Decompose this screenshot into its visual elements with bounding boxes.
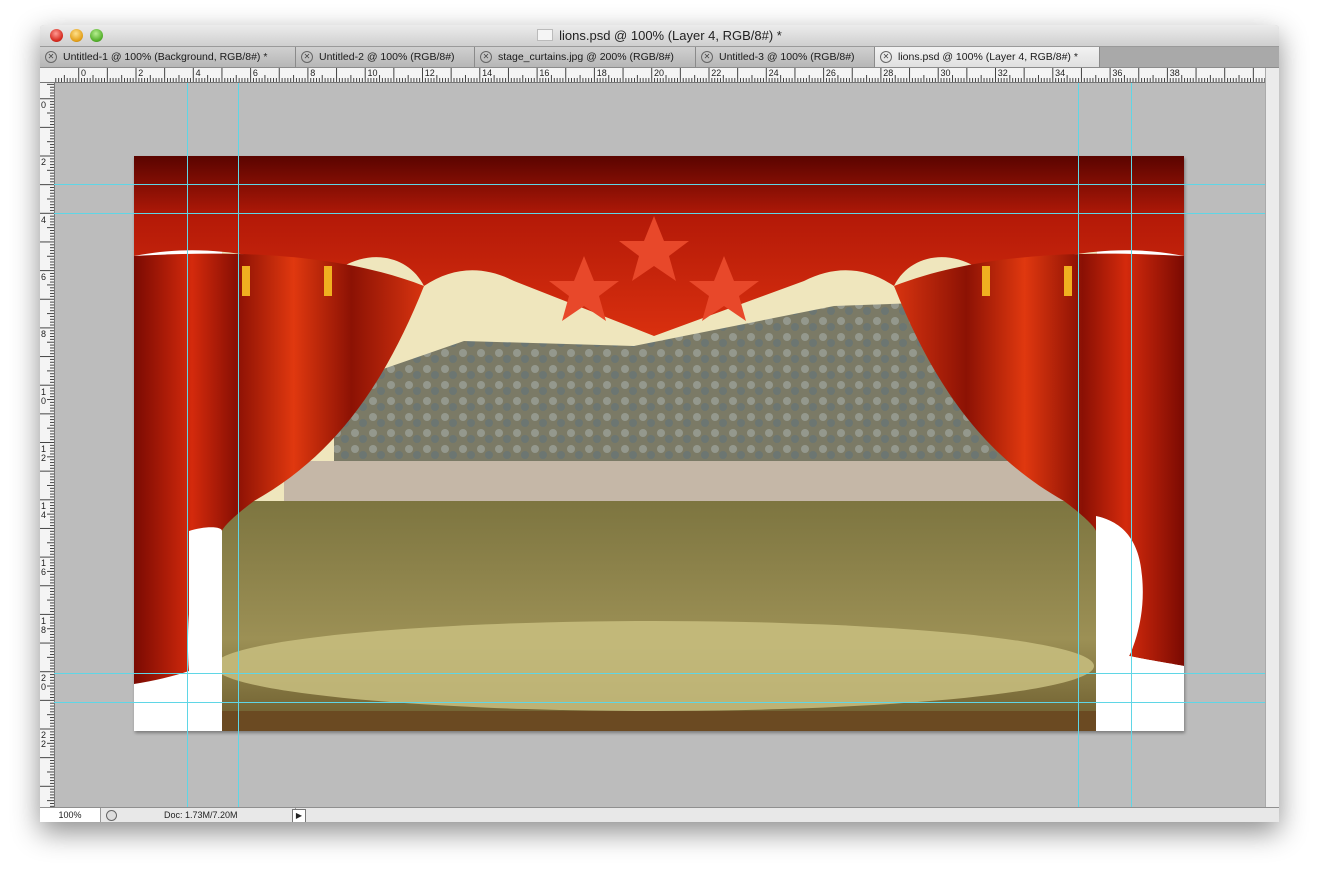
ruler-label: 4 (195, 68, 201, 78)
ruler-label: 2 0 (41, 673, 47, 692)
ruler-label: 6 (252, 68, 258, 78)
ruler-label: 0 (81, 68, 87, 78)
guide-vertical[interactable] (238, 83, 239, 807)
horizontal-ruler[interactable]: 202468101214161820222426283032343638 (40, 68, 1265, 83)
tab-lions[interactable]: ✕ lions.psd @ 100% (Layer 4, RGB/8#) * (875, 47, 1100, 67)
tab-label: Untitled-2 @ 100% (RGB/8#) (319, 51, 455, 63)
ruler-label: 1 4 (41, 501, 47, 521)
ruler-label: 14 (482, 68, 493, 78)
ruler-label: 26 (825, 68, 836, 78)
tab-untitled-1[interactable]: ✕ Untitled-1 @ 100% (Background, RGB/8#)… (40, 47, 296, 67)
document-icon (537, 29, 554, 41)
ruler-label: 34 (1055, 68, 1066, 78)
document-tabs: ✕ Untitled-1 @ 100% (Background, RGB/8#)… (40, 47, 1279, 68)
guide-vertical[interactable] (187, 83, 188, 807)
ruler-label: 38 (1169, 68, 1180, 78)
photoshop-window: lions.psd @ 100% (Layer 4, RGB/8#) * ✕ U… (40, 25, 1279, 822)
ruler-label: 36 (1112, 68, 1123, 78)
ruler-label: 18 (596, 68, 607, 78)
tab-label: lions.psd @ 100% (Layer 4, RGB/8#) * (898, 51, 1078, 63)
title-bar[interactable]: lions.psd @ 100% (Layer 4, RGB/8#) * (40, 25, 1279, 47)
ruler-label: 4 (41, 214, 47, 225)
vertical-ruler[interactable]: 2024681 01 21 41 61 82 02 2 (40, 83, 55, 807)
zoom-level-field[interactable]: 100% (40, 808, 101, 822)
tab-stage-curtains[interactable]: ✕ stage_curtains.jpg @ 200% (RGB/8#) (475, 47, 696, 67)
ruler-label: 1 6 (41, 558, 47, 578)
close-tab-icon[interactable]: ✕ (701, 51, 713, 63)
tab-untitled-3[interactable]: ✕ Untitled-3 @ 100% (RGB/8#) (696, 47, 875, 67)
ruler-label: 0 (41, 100, 47, 110)
window-title-wrap: lions.psd @ 100% (Layer 4, RGB/8#) * (40, 28, 1279, 43)
ruler-label: 16 (539, 68, 550, 78)
ruler-label: 22 (711, 68, 722, 78)
vertical-scrollbar[interactable] (1265, 68, 1279, 807)
guide-vertical[interactable] (1078, 83, 1079, 807)
ruler-label: 1 2 (41, 443, 47, 463)
status-info-icon[interactable] (106, 810, 117, 821)
ruler-label: 2 (138, 68, 144, 78)
tab-untitled-2[interactable]: ✕ Untitled-2 @ 100% (RGB/8#) (296, 47, 475, 67)
ruler-label: 12 (424, 68, 435, 78)
guide-horizontal[interactable] (54, 184, 1265, 185)
ruler-label: 1 8 (41, 615, 47, 635)
ruler-label: 2 2 (41, 730, 47, 750)
tab-label: stage_curtains.jpg @ 200% (RGB/8#) (498, 51, 674, 63)
guide-horizontal[interactable] (54, 213, 1265, 214)
tab-label: Untitled-3 @ 100% (RGB/8#) (719, 51, 855, 63)
close-tab-icon[interactable]: ✕ (880, 51, 892, 63)
ruler-label: 8 (41, 329, 47, 340)
guide-horizontal[interactable] (54, 673, 1265, 674)
ruler-label: 20 (654, 68, 665, 78)
ruler-label: 24 (768, 68, 779, 78)
document-canvas[interactable] (134, 156, 1184, 731)
ruler-label: 28 (883, 68, 894, 78)
ruler-label: 2 (41, 157, 47, 168)
stage-artwork (134, 156, 1184, 731)
ruler-label: 32 (997, 68, 1008, 78)
close-tab-icon[interactable]: ✕ (480, 51, 492, 63)
document-size-info: Doc: 1.73M/7.20M (124, 808, 296, 822)
ruler-label: 8 (310, 68, 316, 78)
ruler-label: 30 (940, 68, 951, 78)
ruler-label: 10 (367, 68, 378, 78)
window-title: lions.psd @ 100% (Layer 4, RGB/8#) * (559, 28, 782, 43)
guide-vertical[interactable] (1131, 83, 1132, 807)
ruler-label: 1 0 (41, 386, 47, 406)
play-arrow-icon[interactable]: ▶ (292, 809, 306, 822)
ruler-label: 6 (41, 271, 47, 282)
close-tab-icon[interactable]: ✕ (301, 51, 313, 63)
status-bar: 100% Doc: 1.73M/7.20M ▶ (40, 807, 1279, 822)
close-tab-icon[interactable]: ✕ (45, 51, 57, 63)
ruler-ticks (55, 68, 1265, 82)
guide-horizontal[interactable] (54, 702, 1265, 703)
tab-label: Untitled-1 @ 100% (Background, RGB/8#) * (63, 51, 268, 63)
